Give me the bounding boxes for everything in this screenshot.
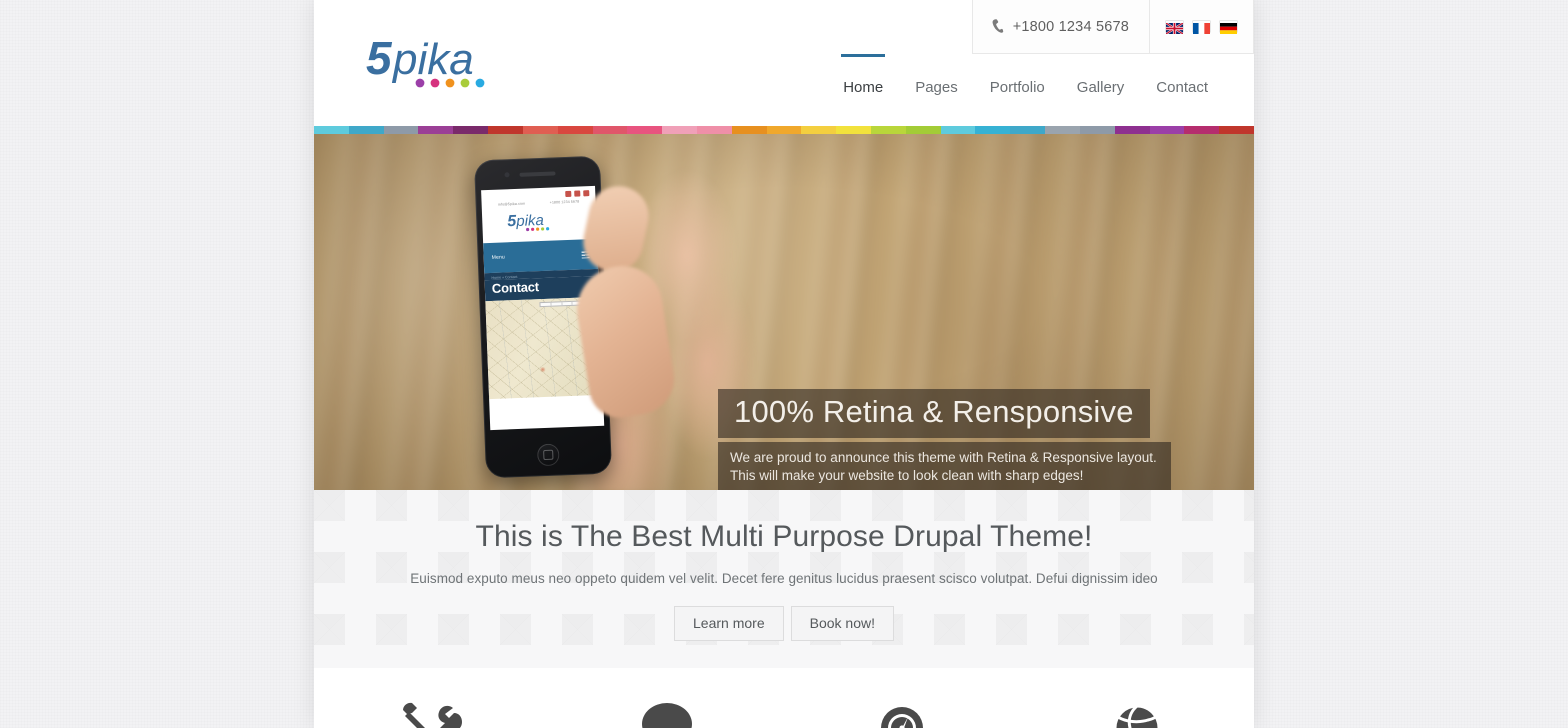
book-now-button[interactable]: Book now!: [790, 606, 894, 641]
language-selector: [1150, 0, 1253, 53]
nav-item-portfolio[interactable]: Portfolio: [974, 54, 1061, 95]
stripe-segment-20: [1010, 126, 1046, 134]
stripe-segment-19: [975, 126, 1011, 134]
feature-global[interactable]: [1019, 700, 1254, 728]
stripe-segment-17: [905, 126, 941, 134]
stripe-segment-8: [592, 126, 628, 134]
rainbow-divider: [314, 126, 1254, 134]
social-icon: [574, 190, 581, 197]
nav-item-gallery[interactable]: Gallery: [1061, 54, 1141, 95]
stripe-segment-4: [453, 126, 489, 134]
phone-number-small: +1800 1234 5678: [549, 199, 580, 205]
hero-subtitle-line2: This will make your website to look clea…: [730, 467, 1084, 483]
stripe-segment-7: [557, 126, 593, 134]
german-flag[interactable]: [1220, 21, 1237, 34]
cta-buttons: Learn more Book now!: [314, 606, 1254, 641]
social-icon: [583, 190, 590, 197]
feature-support[interactable]: [549, 700, 784, 728]
stripe-segment-5: [488, 126, 523, 134]
map-control-cell: [540, 302, 552, 307]
stripe-segment-24: [1149, 126, 1185, 134]
svg-text:pika: pika: [515, 212, 544, 230]
tools-icon: [401, 700, 463, 728]
hero-banner: info@5pika.com +1800 1234 5678 5 pika Me…: [314, 134, 1254, 490]
globe-icon: [1106, 700, 1168, 728]
stripe-segment-22: [1079, 126, 1115, 134]
stripe-segment-10: [662, 126, 697, 134]
cta-title: This is The Best Multi Purpose Drupal Th…: [475, 520, 1093, 553]
hero-title: 100% Retina & Rensponsive: [718, 389, 1150, 438]
english-flag[interactable]: [1165, 21, 1184, 35]
phone-menu-label: Menu: [491, 254, 506, 261]
speech-bubble-icon: [636, 700, 698, 728]
stripe-segment-12: [731, 126, 767, 134]
stripe-segment-18: [940, 126, 976, 134]
cta-section: This is The Best Multi Purpose Drupal Th…: [314, 490, 1254, 668]
logo-number: 5: [366, 32, 393, 84]
hero-caption: 100% Retina & Rensponsive We are proud t…: [718, 389, 1254, 490]
stripe-segment-0: [314, 126, 349, 134]
feature-speed[interactable]: [784, 700, 1019, 728]
stripe-segment-1: [348, 126, 384, 134]
stripe-segment-14: [801, 126, 837, 134]
stripe-segment-16: [871, 126, 906, 134]
learn-more-button[interactable]: Learn more: [674, 606, 784, 641]
stripe-segment-11: [696, 126, 732, 134]
social-icon: [565, 190, 572, 198]
stripe-segment-9: [627, 126, 663, 134]
phone-camera: [504, 172, 510, 178]
cta-inner: This is The Best Multi Purpose Drupal Th…: [314, 490, 1254, 641]
stripe-segment-15: [836, 126, 871, 134]
stripe-segment-13: [766, 126, 802, 134]
phone-block: +1800 1234 5678: [973, 0, 1150, 53]
hero-subtitle: We are proud to announce this theme with…: [718, 441, 1171, 490]
stripe-segment-2: [383, 126, 419, 134]
stripe-segment-25: [1184, 126, 1220, 134]
phone-email: info@5pika.com: [497, 201, 526, 207]
french-flag[interactable]: [1193, 21, 1210, 34]
top-bar-inner: +1800 1234 5678: [971, 0, 1254, 54]
phone-home-button: [536, 443, 560, 467]
map-control-cell: [562, 301, 573, 306]
phone-menu-bar: Menu: [483, 238, 599, 274]
features-section: [314, 668, 1254, 728]
feature-tools[interactable]: [314, 700, 549, 728]
clock-icon: [871, 700, 933, 728]
map-control-cell: [551, 302, 563, 306]
phone-number[interactable]: +1800 1234 5678: [1013, 19, 1129, 35]
stripe-segment-6: [522, 126, 558, 134]
stripe-segment-3: [418, 126, 454, 134]
stripe-segment-23: [1114, 126, 1150, 134]
cta-description: Euismod exputo meus neo oppeto quidem ve…: [410, 571, 1158, 586]
phone-speaker: [519, 171, 556, 177]
stripe-segment-26: [1219, 126, 1254, 134]
logo-word: pika: [391, 35, 474, 84]
site-page: +1800 1234 5678 5 pika Home Pages Portfo…: [314, 0, 1254, 728]
nav-item-contact[interactable]: Contact: [1140, 54, 1224, 95]
site-logo[interactable]: 5 pika: [366, 30, 516, 92]
phone-logo: 5 pika: [482, 205, 597, 241]
nav-item-home[interactable]: Home: [827, 54, 899, 95]
stripe-segment-21: [1045, 126, 1080, 134]
nav-item-pages[interactable]: Pages: [899, 54, 974, 95]
phone-icon: [991, 19, 1004, 34]
hero-subtitle-line1: We are proud to announce this theme with…: [730, 449, 1157, 465]
